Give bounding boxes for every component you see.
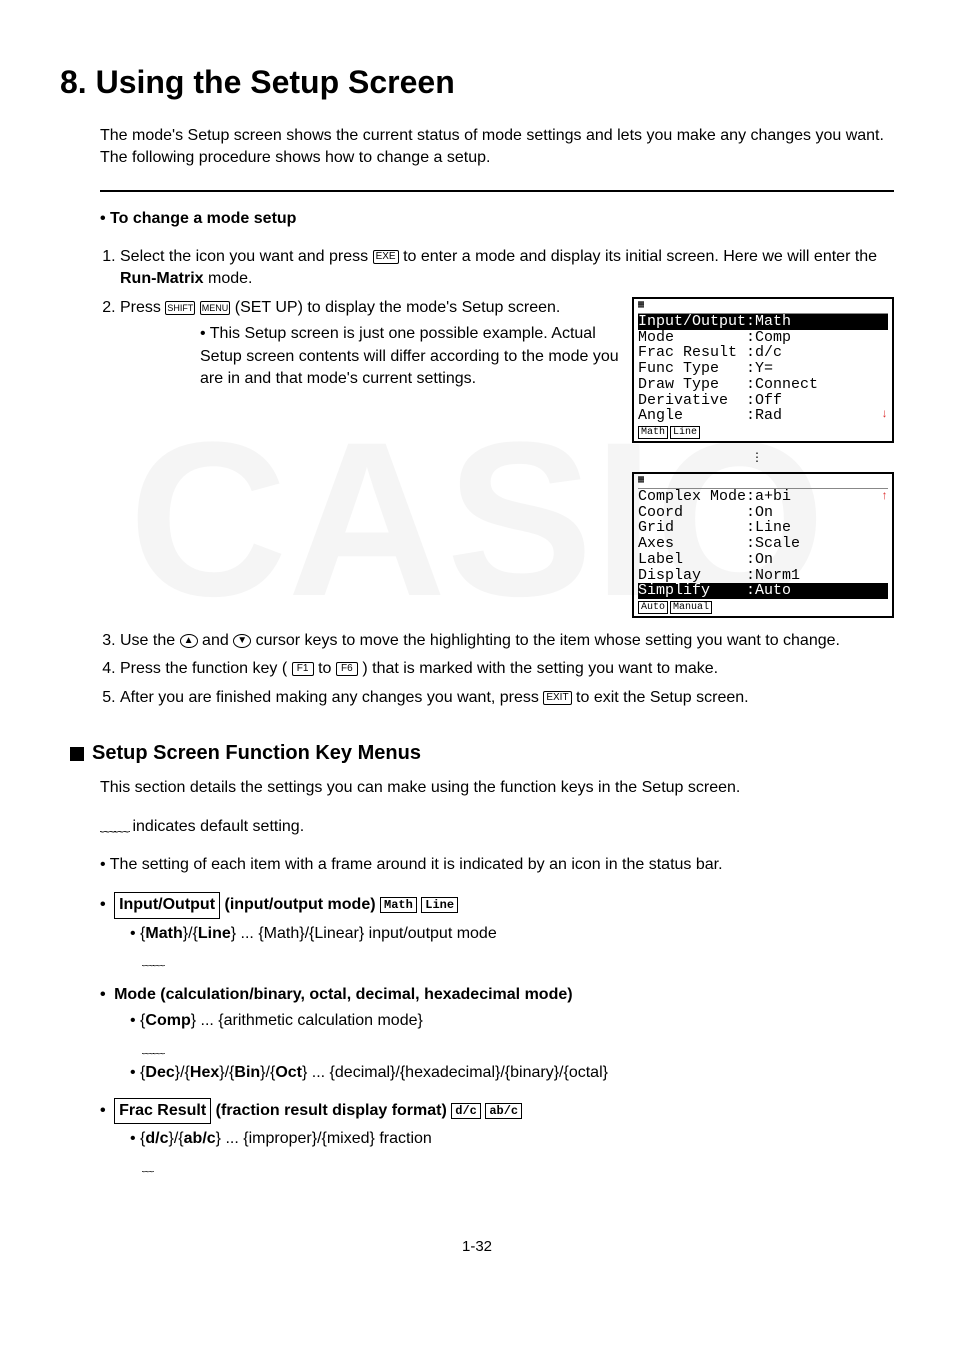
io-options: {Math}/{Line} ... {Math}/{Linear} input/… [130, 923, 894, 945]
setting-mode-heading: • Mode (calculation/binary, octal, decim… [100, 984, 894, 1006]
step4-a: Press the function key ( [120, 660, 287, 677]
mode-options-2: {Dec}/{Hex}/{Bin}/{Oct} ... {decimal}/{h… [130, 1062, 894, 1084]
step5-b: to exit the Setup screen. [576, 689, 749, 706]
screen1-row-2: Frac Result :d/c [638, 345, 888, 361]
setting-frac-heading: • Frac Result (fraction result display f… [100, 1098, 894, 1124]
section2-p1: This section details the settings you ca… [100, 777, 894, 799]
dc-icon: d/c [451, 1103, 481, 1119]
frac-label: (fraction result display format) [216, 1102, 452, 1119]
screen2-fn2: Manual [670, 601, 712, 614]
frac-options: {d/c}/{ab/c} ... {improper}/{mixed} frac… [130, 1128, 894, 1150]
section2-title: Setup Screen Function Key Menus [92, 742, 421, 764]
screen2-row-5: Display :Norm1 [638, 568, 888, 584]
step3-b: and [202, 632, 233, 649]
procedure-heading: • To change a mode setup [100, 208, 894, 230]
step-1: Select the icon you want and press EXE t… [120, 246, 894, 291]
step1-text-c: mode. [208, 270, 252, 287]
mode-options: {Comp} ... {arithmetic calculation mode} [130, 1010, 894, 1032]
io-label: (input/output mode) [224, 896, 380, 913]
screen1-row-4: Draw Type :Connect [638, 377, 888, 393]
step5-a: After you are finished making any change… [120, 689, 543, 706]
section2-heading: Setup Screen Function Key Menus [70, 739, 894, 767]
step3-a: Use the [120, 632, 180, 649]
step3-c: cursor keys to move the highlighting to … [256, 632, 840, 649]
step1-mode: Run-Matrix [120, 270, 204, 287]
io-box-label: Input/Output [114, 892, 220, 918]
step1-text-a: Select the icon you want and press [120, 248, 373, 265]
screen1-row-6: Angle :Rad [638, 408, 888, 424]
math-icon: Math [380, 897, 417, 913]
page-number: 1-32 [60, 1236, 894, 1257]
step-3: Use the ▲ and ▼ cursor keys to move the … [120, 630, 894, 652]
io-opt-bold: Math [145, 925, 182, 942]
screen1-row-0: Input/Output:Math [638, 314, 888, 330]
step4-c: ) that is marked with the setting you wa… [362, 660, 718, 677]
screen2-statusbar: ▦ [638, 476, 888, 489]
mode-option-1: {Comp} ... {arithmetic calculation mode} [130, 1010, 894, 1032]
screen2-row-0: Complex Mode:a+bi [638, 489, 888, 505]
calc-screen-2: ▦ Complex Mode:a+bi Coord :On Grid :Line… [632, 472, 894, 618]
screen2-row-6: Simplify :Auto [638, 583, 888, 599]
mode-option-2: {Dec}/{Hex}/{Bin}/{Oct} ... {decimal}/{h… [130, 1062, 894, 1084]
exe-key-icon: EXE [373, 250, 399, 264]
section2-p3: • The setting of each item with a frame … [100, 854, 894, 876]
screenshots-wrap: ▦ Input/Output:Math Mode :Comp Frac Resu… [632, 297, 894, 624]
screen1-fnrow: MathLine [638, 426, 888, 439]
setting-io-heading: • Input/Output (input/output mode) Math … [100, 892, 894, 918]
screen2-row-3: Axes :Scale [638, 536, 888, 552]
section2-p2-text: indicates default setting. [132, 818, 304, 835]
scroll-down-icon: ↓ [881, 408, 888, 421]
screen2-fnrow: AutoManual [638, 601, 888, 614]
scroll-up-icon: ↑ [881, 490, 888, 503]
mode-opt1-rest: ... {arithmetic calculation mode} [196, 1012, 423, 1029]
screen1-statusbar: ▦ [638, 301, 888, 314]
abc-icon: ab/c [485, 1103, 522, 1119]
intro-paragraph: The mode's Setup screen shows the curren… [100, 125, 894, 170]
wave-default-icon: ﹏﹏ [100, 816, 128, 838]
vertical-ellipsis-icon: ⋮ [632, 449, 882, 466]
mode-label: Mode (calculation/binary, octal, decimal… [114, 986, 573, 1003]
screen2-row-4: Label :On [638, 552, 888, 568]
io-default-wave-icon: ﹏﹏ [142, 953, 894, 970]
step1-text-b: to enter a mode and display its initial … [403, 248, 877, 265]
screen1-row-1: Mode :Comp [638, 330, 888, 346]
f6-key-icon: F6 [336, 662, 358, 676]
section2-p2: ﹏﹏ indicates default setting. [100, 816, 894, 838]
step-2: ▦ Input/Output:Math Mode :Comp Frac Resu… [120, 297, 894, 624]
cursor-down-icon: ▼ [233, 634, 251, 648]
frac-default-wave-icon: ﹏ [142, 1159, 894, 1176]
screen1-fn1: Math [638, 426, 668, 439]
screen1-row-3: Func Type :Y= [638, 361, 888, 377]
step2-note-text: This Setup screen is just one possible e… [200, 325, 619, 387]
square-bullet-icon [70, 747, 84, 761]
exit-key-icon: EXIT [543, 691, 571, 705]
step2-text-a: Press [120, 299, 165, 316]
page-title: 8. Using the Setup Screen [60, 60, 894, 105]
mode-opt1-bold: Comp [145, 1012, 190, 1029]
calc-screen-1: ▦ Input/Output:Math Mode :Comp Frac Resu… [632, 297, 894, 443]
steps-list: Select the icon you want and press EXE t… [100, 246, 894, 709]
frac-option-1: {d/c}/{ab/c} ... {improper}/{mixed} frac… [130, 1128, 894, 1150]
section2-p3-text: The setting of each item with a frame ar… [110, 856, 723, 873]
f1-key-icon: F1 [292, 662, 314, 676]
cursor-up-icon: ▲ [180, 634, 198, 648]
screen2-row-2: Grid :Line [638, 520, 888, 536]
procedure-heading-text: To change a mode setup [110, 210, 296, 227]
step-5: After you are finished making any change… [120, 687, 894, 709]
screen1-fn2: Line [670, 426, 700, 439]
divider [100, 190, 894, 192]
screen1-row-5: Derivative :Off [638, 393, 888, 409]
step4-b: to [318, 660, 336, 677]
mode-default-wave-icon: ﹏﹏ [142, 1041, 894, 1058]
line-icon: Line [421, 897, 458, 913]
screen2-row-1: Coord :On [638, 505, 888, 521]
menu-key-icon: MENU [200, 301, 231, 315]
shift-key-icon: SHIFT [165, 301, 195, 315]
step-4: Press the function key ( F1 to F6 ) that… [120, 658, 894, 680]
frac-box-label: Frac Result [114, 1098, 211, 1124]
io-option-1: {Math}/{Line} ... {Math}/{Linear} input/… [130, 923, 894, 945]
screen2-fn1: Auto [638, 601, 668, 614]
step2-text-b: (SET UP) to display the mode's Setup scr… [235, 299, 561, 316]
